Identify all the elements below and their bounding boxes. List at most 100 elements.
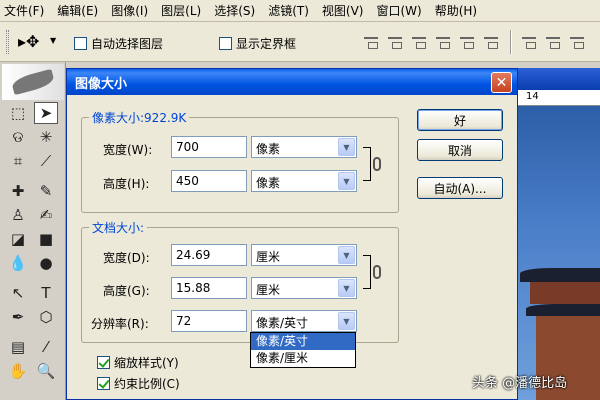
distribute-vcenter-icon[interactable]: [544, 34, 562, 50]
pixel-dimensions-legend: 像素大小:922.9K: [89, 109, 190, 126]
dodge-tool-icon[interactable]: ●: [34, 252, 58, 274]
doc-height-unit-select[interactable]: 厘米 ▼: [251, 277, 357, 299]
options-grip[interactable]: [6, 30, 9, 54]
watermark: 头条 @潘德比岛: [472, 376, 568, 391]
dropdown-option-pixels-per-inch[interactable]: 像素/英寸: [251, 333, 355, 350]
align-vcenter-icon[interactable]: [386, 34, 404, 50]
auto-select-layer-label: 自动选择图层: [91, 37, 164, 51]
distribute-buttons: [520, 34, 586, 50]
scale-styles-checkbox[interactable]: 缩放样式(Y): [97, 354, 179, 371]
chain-bracket: [363, 147, 371, 181]
distribute-bottom-icon[interactable]: [568, 34, 586, 50]
lasso-tool-icon[interactable]: ଡ: [6, 126, 30, 148]
menu-help[interactable]: 帮助(H): [435, 2, 477, 19]
pixel-width-unit-value: 像素: [256, 142, 281, 156]
menu-select[interactable]: 选择(S): [214, 2, 255, 19]
resolution-label: 分辨率(R):: [91, 317, 149, 331]
move-tool-icon[interactable]: ▸✥: [18, 32, 39, 51]
pen-tool-icon[interactable]: ✒: [6, 306, 30, 328]
resolution-unit-value: 像素/英寸: [256, 316, 309, 330]
chevron-down-icon[interactable]: ▼: [338, 138, 355, 156]
pixel-height-unit-select[interactable]: 像素 ▼: [251, 170, 357, 192]
shape-tool-icon[interactable]: ⬡: [34, 306, 58, 328]
resolution-unit-select[interactable]: 像素/英寸 ▼: [251, 310, 357, 332]
menu-filter[interactable]: 滤镜(T): [268, 2, 309, 19]
menu-edit[interactable]: 编辑(E): [57, 2, 98, 19]
ok-button[interactable]: 好: [417, 109, 503, 131]
align-buttons: [362, 34, 500, 50]
crop-tool-icon[interactable]: ⌗: [6, 150, 30, 172]
doc-width-input[interactable]: 24.69: [171, 244, 247, 266]
clone-stamp-tool-icon[interactable]: ♙: [6, 204, 30, 226]
scale-styles-check-icon[interactable]: [97, 356, 110, 369]
doc-height-label: 高度(G):: [103, 284, 150, 298]
scale-styles-label: 缩放样式(Y): [114, 356, 179, 370]
align-bottom-icon[interactable]: [410, 34, 428, 50]
doc-width-unit-select[interactable]: 厘米 ▼: [251, 244, 357, 266]
align-left-icon[interactable]: [434, 34, 452, 50]
menu-view[interactable]: 视图(V): [322, 2, 364, 19]
history-brush-tool-icon[interactable]: ✍: [34, 204, 58, 226]
auto-select-layer-box[interactable]: [74, 37, 87, 50]
toolbox-header[interactable]: [2, 64, 64, 100]
dialog-title-bar[interactable]: 图像大小 ✕: [67, 69, 517, 95]
ruler-mark: 14: [526, 91, 539, 102]
path-select-tool-icon[interactable]: ↖: [6, 282, 30, 304]
temple-body: [530, 282, 600, 304]
show-bounds-label: 显示定界框: [236, 37, 297, 51]
align-hcenter-icon[interactable]: [458, 34, 476, 50]
align-right-icon[interactable]: [482, 34, 500, 50]
menu-file[interactable]: 文件(F): [4, 2, 44, 19]
show-bounds-checkbox[interactable]: 显示定界框: [219, 35, 296, 52]
distribute-top-icon[interactable]: [520, 34, 538, 50]
slice-tool-icon[interactable]: ⟋: [34, 150, 58, 172]
marquee-tool-icon[interactable]: ⬚: [6, 102, 30, 124]
constrain-proportions-check-icon[interactable]: [97, 377, 110, 390]
constrain-proportions-checkbox[interactable]: 约束比例(C): [97, 375, 180, 392]
cancel-button[interactable]: 取消: [417, 139, 503, 161]
temple-roof: [520, 268, 600, 282]
auto-select-layer-checkbox[interactable]: 自动选择图层: [74, 35, 163, 52]
doc-width-label: 宽度(D):: [103, 251, 150, 265]
close-button[interactable]: ✕: [491, 72, 512, 93]
blur-tool-icon[interactable]: 💧: [6, 252, 30, 274]
options-bar: ▸✥ ▼ 自动选择图层 显示定界框: [0, 22, 600, 62]
menu-window[interactable]: 窗口(W): [376, 2, 421, 19]
show-bounds-box[interactable]: [219, 37, 232, 50]
eraser-tool-icon[interactable]: ◪: [6, 228, 30, 250]
document-canvas[interactable]: [516, 106, 600, 400]
doc-height-input[interactable]: 15.88: [171, 277, 247, 299]
chain-bracket: [363, 255, 371, 289]
align-top-icon[interactable]: [362, 34, 380, 50]
dialog-title: 图像大小: [75, 77, 128, 92]
magic-wand-tool-icon[interactable]: ✳: [34, 126, 58, 148]
document-title-bar[interactable]: [516, 68, 600, 90]
notes-tool-icon[interactable]: ▤: [6, 336, 30, 358]
gradient-tool-icon[interactable]: ■: [34, 228, 58, 250]
move-tool-icon[interactable]: ➤: [34, 102, 58, 124]
type-tool-icon[interactable]: T: [34, 282, 58, 304]
dropdown-option-pixels-per-cm[interactable]: 像素/厘米: [251, 350, 355, 367]
pixel-width-unit-select[interactable]: 像素 ▼: [251, 136, 357, 158]
auto-button[interactable]: 自动(A)...: [417, 177, 503, 199]
chevron-down-icon[interactable]: ▼: [338, 312, 355, 330]
chevron-down-icon[interactable]: ▼: [338, 246, 355, 264]
zoom-tool-icon[interactable]: 🔍: [34, 360, 58, 382]
tool-preset-chevron-down-icon[interactable]: ▼: [50, 36, 56, 45]
menu-layer[interactable]: 图层(L): [161, 2, 201, 19]
chevron-down-icon[interactable]: ▼: [338, 279, 355, 297]
eyedropper-tool-icon[interactable]: ⁄: [34, 336, 58, 358]
hand-tool-icon[interactable]: ✋: [6, 360, 30, 382]
pixel-height-input[interactable]: 450: [171, 170, 247, 192]
resolution-input[interactable]: 72: [171, 310, 247, 332]
chain-link-icon: [373, 265, 381, 279]
options-separator: [510, 30, 512, 54]
feather-logo-icon: [10, 68, 56, 96]
chevron-down-icon[interactable]: ▼: [338, 172, 355, 190]
menu-image[interactable]: 图像(I): [111, 2, 148, 19]
healing-brush-tool-icon[interactable]: ✚: [6, 180, 30, 202]
resolution-unit-dropdown: 像素/英寸 像素/厘米: [250, 332, 356, 368]
document-size-legend: 文档大小:: [89, 219, 148, 236]
pixel-width-input[interactable]: 700: [171, 136, 247, 158]
brush-tool-icon[interactable]: ✎: [34, 180, 58, 202]
